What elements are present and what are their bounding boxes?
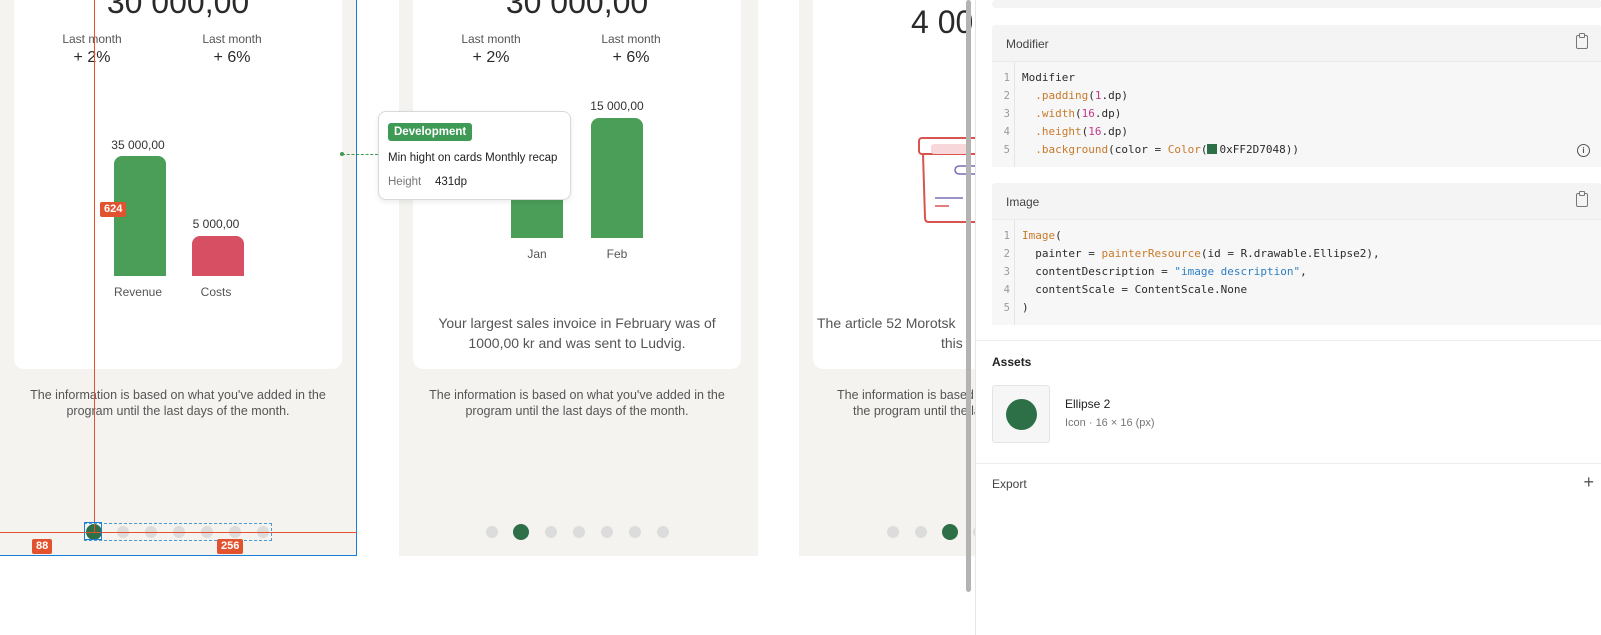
section-title: Image: [1006, 195, 1040, 209]
asset-thumbnail[interactable]: [992, 385, 1050, 443]
annotation-value: 431dp: [435, 176, 467, 188]
page-dot[interactable]: [573, 526, 585, 538]
line-number: 4: [1003, 284, 1010, 296]
page-dot[interactable]: [486, 526, 498, 538]
measure-tag: 88: [32, 539, 53, 554]
change-percent: + 6%: [612, 49, 650, 66]
bar-value: 15 000,00: [590, 99, 644, 113]
slide-frame-2[interactable]: 30 000,00 Last month Last month + 2% + 6…: [399, 0, 758, 556]
line-number: 4: [1003, 126, 1010, 138]
annotation-key: Height: [388, 176, 422, 188]
last-month-label: Last month: [461, 32, 521, 46]
line-number: 3: [1003, 266, 1010, 278]
copy-clipboard-icon[interactable]: [1576, 33, 1588, 49]
line-number: 5: [1003, 302, 1010, 314]
line-number: 5: [1003, 144, 1010, 156]
assets-title: Assets: [992, 355, 1032, 369]
measure-line-vertical: [94, 0, 95, 532]
code-line: .background(color = Color(0xFF2D7048)): [1035, 143, 1299, 156]
info-text: The information is based: [837, 388, 974, 402]
code-line: contentScale = ContentScale.None: [1022, 283, 1248, 296]
largest-invoice-message: Your largest sales invoice in February w…: [438, 315, 716, 351]
code-line: .width(16.dp): [1035, 107, 1122, 120]
line-number: 2: [1003, 248, 1010, 260]
code-line: contentDescription = "image description"…: [1022, 265, 1307, 278]
annotation-text: Min hight on cards Monthly recap: [388, 152, 558, 164]
feb-bar: [591, 118, 643, 238]
last-month-label: Last month: [601, 32, 661, 46]
divider: [976, 463, 1601, 464]
info-text: The information is based on what you've …: [429, 388, 725, 418]
change-percent: + 2%: [472, 49, 510, 66]
add-export-icon[interactable]: +: [1583, 473, 1594, 491]
total-value: 4 00: [911, 4, 974, 40]
asset-meta: Icon · 16 × 16 (px): [1065, 417, 1155, 429]
dev-annotation-tooltip: Development Min hight on cards Monthly r…: [378, 111, 571, 200]
page-dot[interactable]: [629, 526, 641, 538]
measure-tag: 256: [217, 539, 244, 554]
image-section: Image 1 2 3 4 5 Image( painter = painter…: [992, 183, 1601, 325]
code-block[interactable]: 1 2 3 4 5 Image( painter = painterResour…: [992, 219, 1601, 325]
code-line: Image(: [1022, 229, 1062, 242]
color-swatch: [1207, 144, 1218, 154]
measure-tag: 624: [100, 202, 127, 217]
line-number: 2: [1003, 90, 1010, 102]
page-dot-active[interactable]: [513, 524, 529, 540]
connector-line: [342, 154, 378, 155]
article-message: The article 52 Morotsk: [817, 315, 956, 331]
design-canvas[interactable]: 30 000,00 Last month Last month + 2% + 6…: [0, 0, 975, 635]
code-line: .padding(1.dp): [1035, 89, 1128, 102]
code-line: Modifier: [1022, 71, 1075, 84]
section-title: Modifier: [1006, 37, 1049, 51]
total-value: 30 000,00: [505, 0, 649, 20]
copy-clipboard-icon[interactable]: [1576, 191, 1588, 207]
code-line: painter = painterResource(id = R.drawabl…: [1022, 247, 1380, 260]
info-text: the program until the la: [853, 404, 975, 418]
code-line: .height(16.dp): [1035, 125, 1128, 138]
page-dot-active[interactable]: [942, 524, 958, 540]
code-line: ): [1022, 301, 1029, 314]
recap-card-3: 4 00 The article 52 Morotsk this r: [813, 0, 975, 369]
page-dot[interactable]: [657, 526, 669, 538]
line-number: 1: [1003, 72, 1010, 84]
page-dot[interactable]: [601, 526, 613, 538]
dots-selection-box: [84, 523, 272, 541]
jan-bar: [511, 200, 563, 238]
info-icon[interactable]: i: [1577, 144, 1590, 157]
development-tag: Development: [388, 123, 473, 141]
asset-name[interactable]: Ellipse 2: [1065, 397, 1110, 411]
code-block[interactable]: 1 2 3 4 5 Modifier .padding(1.dp) .width…: [992, 61, 1601, 167]
export-title: Export: [992, 477, 1027, 491]
selection-outline: [0, 0, 357, 556]
bar-label: Jan: [527, 247, 547, 261]
modifier-section: Modifier 1 2 3 4 5 Modifier .padding(1.d…: [992, 25, 1601, 167]
canvas-scrollbar[interactable]: [966, 0, 971, 592]
dot-selection-box: [84, 522, 102, 540]
page-dot[interactable]: [915, 526, 927, 538]
page-dot[interactable]: [545, 526, 557, 538]
line-number: 3: [1003, 108, 1010, 120]
ellipse-asset-icon: [1006, 399, 1037, 430]
line-number: 1: [1003, 230, 1010, 242]
slide-frame-3[interactable]: 4 00 The article 52 Morotsk this r The i…: [799, 0, 975, 556]
connector-dot: [340, 152, 344, 156]
divider: [976, 340, 1601, 341]
page-dot[interactable]: [887, 526, 899, 538]
bar-label: Feb: [606, 247, 628, 261]
top-section-remnant: [992, 0, 1601, 8]
inspector-panel: Modifier 1 2 3 4 5 Modifier .padding(1.d…: [975, 0, 1601, 635]
